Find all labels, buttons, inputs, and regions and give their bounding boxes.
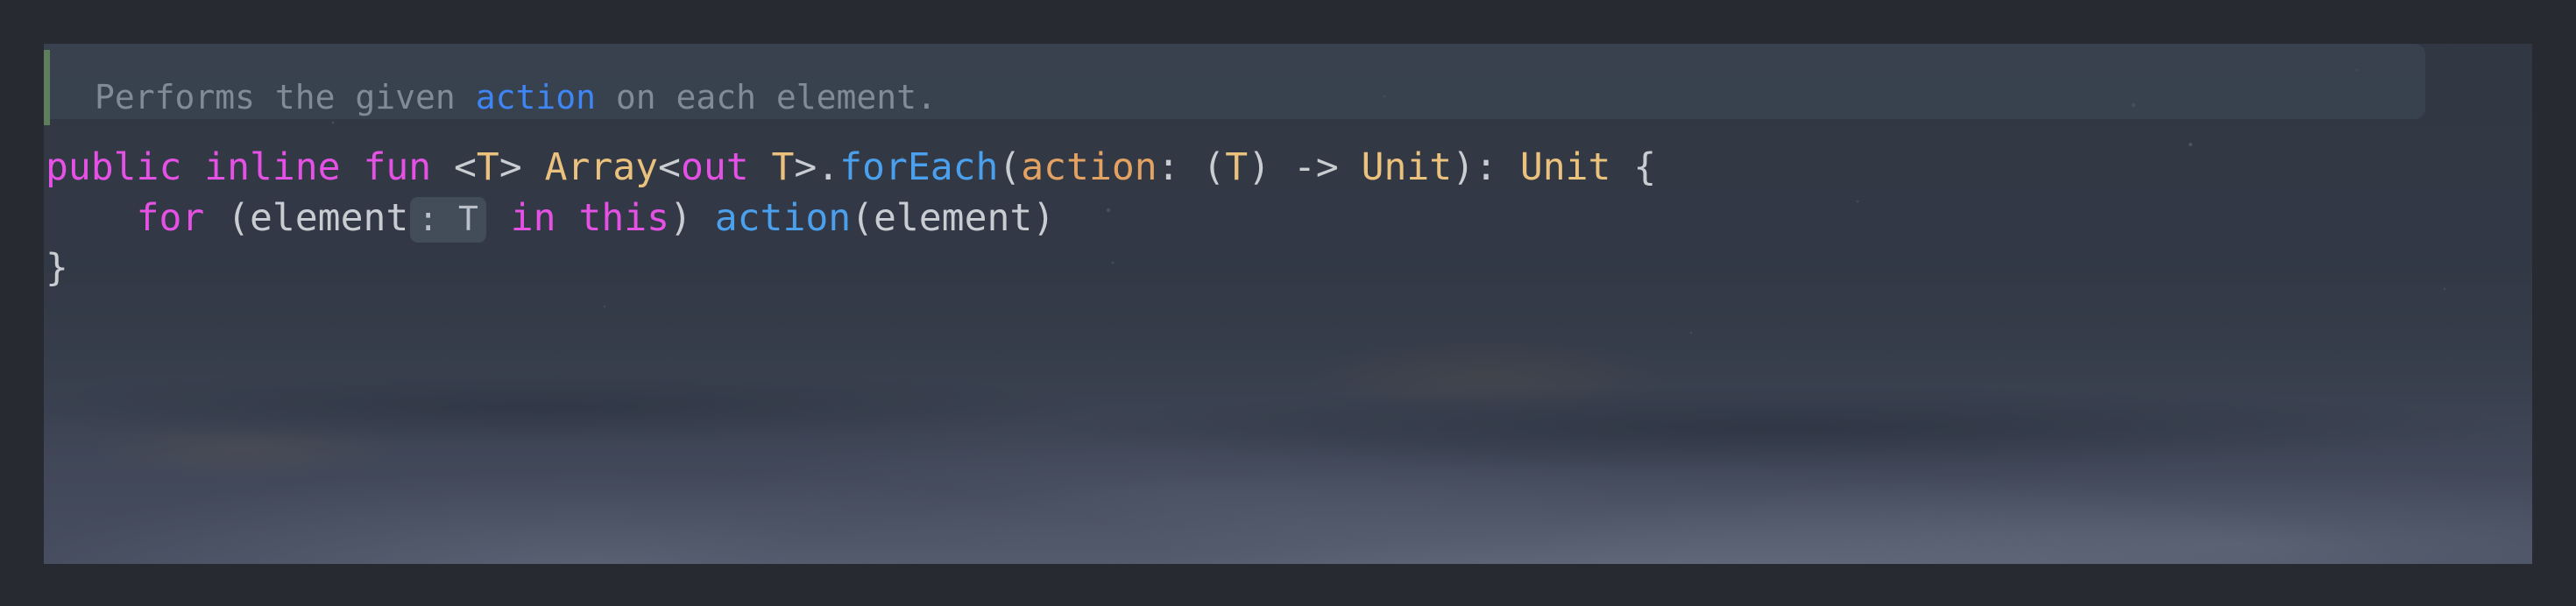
doc-text-before-link: Performs the given	[95, 78, 476, 116]
function-name-foreach[interactable]: forEach	[839, 145, 998, 189]
call-name-action[interactable]: action	[715, 196, 851, 240]
doc-comment-line: Performs the given action on each elemen…	[95, 81, 937, 114]
call-paren-close: )	[1032, 196, 1056, 240]
return-type-unit: Unit	[1519, 145, 1611, 189]
paren-close: )	[1452, 145, 1476, 189]
brace-close: }	[46, 246, 68, 290]
keyword-for: for	[136, 196, 205, 240]
loop-variable-element: element	[250, 196, 409, 240]
keyword-public: public	[46, 145, 182, 189]
lambda-paren-open: (	[1202, 145, 1226, 189]
keyword-in: in	[510, 196, 556, 240]
paren-open: (	[227, 196, 251, 240]
generic-open-bracket: <	[454, 145, 477, 189]
application-window: Performs the given action on each elemen…	[0, 0, 2576, 606]
generic-close-bracket: >	[499, 145, 522, 189]
brace-open: {	[1633, 145, 1657, 189]
editor-background-scrim	[44, 44, 2532, 564]
generic-type-parameter-t: T	[476, 145, 499, 189]
call-argument-element: element	[874, 196, 1033, 240]
parameter-name-action: action	[1021, 145, 1157, 189]
call-paren-open: (	[851, 196, 874, 240]
inlay-type-hint[interactable]: : T	[410, 197, 486, 243]
doc-param-link-action[interactable]: action	[476, 78, 596, 116]
lambda-arrow: ->	[1270, 145, 1362, 189]
return-colon: :	[1475, 145, 1497, 189]
doc-text-after-link: on each element.	[595, 78, 937, 116]
colon: :	[1157, 145, 1180, 189]
angle-open-bracket: <	[658, 145, 681, 189]
keyword-this: this	[578, 196, 669, 240]
paren-open: (	[998, 145, 1022, 189]
for-loop-line[interactable]: for (element: T in this) action(element)	[46, 197, 1055, 243]
paren-close: )	[669, 196, 692, 240]
lambda-paren-close: )	[1248, 145, 1271, 189]
receiver-type-array: Array	[544, 145, 659, 189]
code-editor-panel[interactable]: Performs the given action on each elemen…	[44, 44, 2532, 564]
angle-close-bracket: >	[794, 145, 817, 189]
keyword-out: out	[680, 145, 749, 189]
doc-comment-accent-bar	[44, 50, 50, 125]
variance-type-t: T	[771, 145, 795, 189]
lambda-param-type-t: T	[1225, 145, 1249, 189]
closing-brace-line[interactable]: }	[46, 250, 68, 287]
keyword-fun: fun	[363, 145, 432, 189]
function-signature-line[interactable]: public inline fun <T> Array<out T>.forEa…	[46, 149, 1656, 187]
keyword-inline: inline	[204, 145, 341, 189]
lambda-return-type-unit: Unit	[1361, 145, 1453, 189]
member-dot: .	[817, 145, 840, 189]
